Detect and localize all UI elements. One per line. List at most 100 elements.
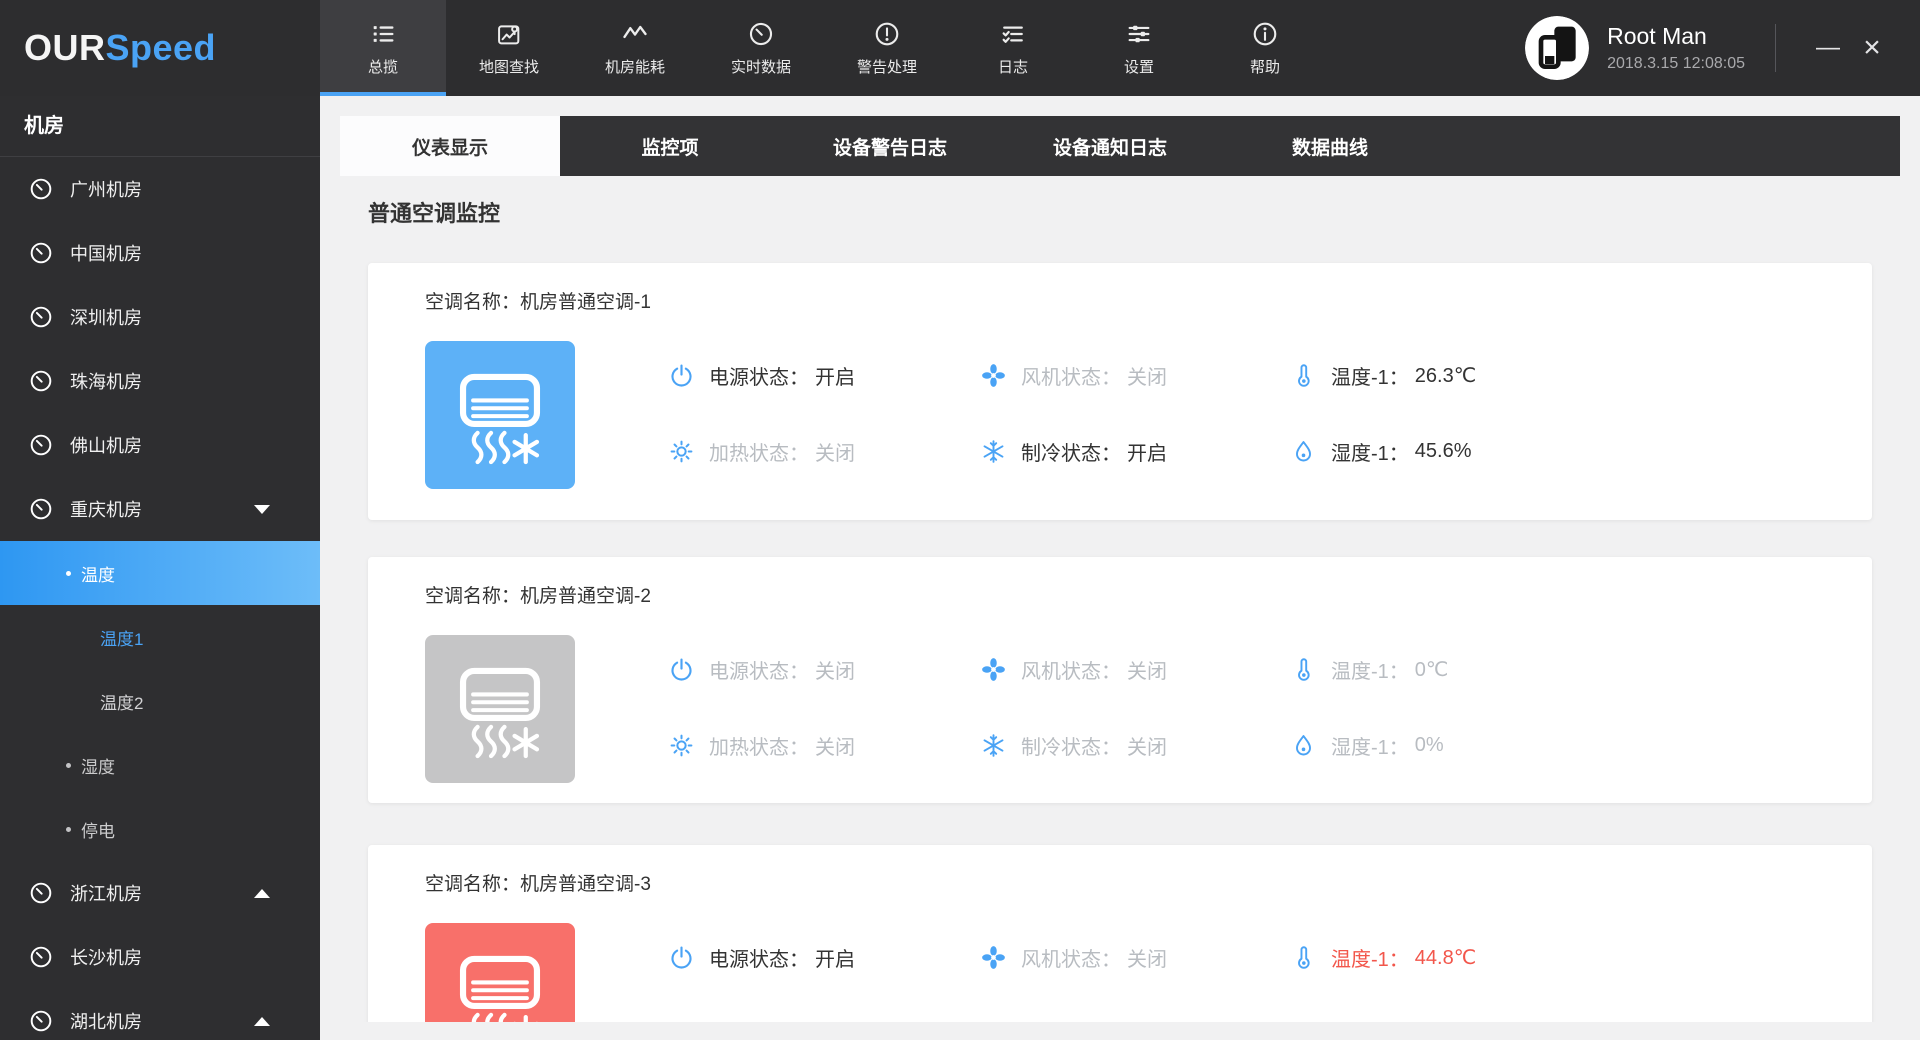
nav-item-overview[interactable]: 总揽 xyxy=(320,0,446,96)
thermometer-icon xyxy=(1290,944,1317,971)
stat-value: 关闭 xyxy=(1127,731,1167,760)
user-name: Root Man xyxy=(1607,23,1745,50)
overview-list-icon xyxy=(369,20,397,48)
nav-item-settings[interactable]: 设置 xyxy=(1076,0,1202,96)
heat-sun-icon xyxy=(668,438,695,465)
nav-item-realtime-data[interactable]: 实时数据 xyxy=(698,0,824,96)
thermometer-icon xyxy=(1290,362,1317,389)
logo-part-speed: Speed xyxy=(106,27,217,68)
top-bar: OURSpeed 总揽 地图查找 机房能耗 实时数据 警告处理 日志 xyxy=(0,0,1920,96)
tab-monitor-items[interactable]: 监控项 xyxy=(560,116,780,176)
realtime-gauge-icon xyxy=(747,20,775,48)
ac-stats-grid: 电源状态： 关闭 风机状态： 关闭 温度-1： 0℃ 加热状态： 关闭 制冷状态… xyxy=(668,631,1842,783)
nav-label: 实时数据 xyxy=(731,56,791,77)
stat-value: 开启 xyxy=(815,361,855,390)
fan-icon xyxy=(980,362,1007,389)
stat-label: 电源状态： xyxy=(709,655,809,684)
ac-name-label: 空调名称： xyxy=(425,581,520,608)
main-content: 仪表显示 监控项 设备警告日志 设备通知日志 数据曲线 普通空调监控 空调名称：… xyxy=(320,96,1920,1040)
ac-unit-card: 空调名称： 机房普通空调-1 电源状态： 开启 风机状态： 关闭 温度-1： 2… xyxy=(368,263,1872,520)
stat-label: 温度-1： xyxy=(1331,655,1409,684)
sidebar-item-power-outage[interactable]: 停电 xyxy=(0,797,320,861)
stat-value: 关闭 xyxy=(815,655,855,684)
power-status: 电源状态： 关闭 xyxy=(668,655,980,684)
fan-status: 风机状态： 关闭 xyxy=(980,361,1290,390)
stat-value: 关闭 xyxy=(815,731,855,760)
app-logo: OURSpeed xyxy=(0,0,320,96)
sidebar-item-zhuhai-room[interactable]: 珠海机房 xyxy=(0,349,320,413)
fan-status: 风机状态： 关闭 xyxy=(980,943,1290,972)
avatar-icon xyxy=(1525,16,1589,80)
nav-item-logs[interactable]: 日志 xyxy=(950,0,1076,96)
ac-stats-grid: 电源状态： 开启 风机状态： 关闭 温度-1： 26.3℃ 加热状态： 关闭 制… xyxy=(668,337,1842,489)
tab-device-notice-log[interactable]: 设备通知日志 xyxy=(1000,116,1220,176)
tab-data-curve[interactable]: 数据曲线 xyxy=(1220,116,1440,176)
power-icon xyxy=(668,944,695,971)
sidebar-item-label: 湿度 xyxy=(81,753,115,778)
collapse-arrow-icon xyxy=(254,505,270,514)
nav-label: 地图查找 xyxy=(479,56,539,77)
tab-device-alarm-log[interactable]: 设备警告日志 xyxy=(780,116,1000,176)
nav-item-help[interactable]: 帮助 xyxy=(1202,0,1328,96)
stat-value: 0% xyxy=(1415,734,1444,757)
sidebar-item-temperature-2[interactable]: 温度2 xyxy=(0,669,320,733)
sidebar: 机房 广州机房 中国机房 深圳机房 珠海机房 佛山机房 重庆机房 温度 温度1 … xyxy=(0,96,320,1040)
sidebar-item-label: 浙江机房 xyxy=(70,880,142,906)
gauge-icon xyxy=(28,368,54,394)
stat-value: 关闭 xyxy=(1127,361,1167,390)
sidebar-item-temperature-1[interactable]: 温度1 xyxy=(0,605,320,669)
sidebar-item-label: 温度1 xyxy=(100,625,143,650)
current-datetime: 2018.3.15 12:08:05 xyxy=(1607,55,1745,73)
sidebar-item-humidity[interactable]: 湿度 xyxy=(0,733,320,797)
nav-item-alert-handling[interactable]: 警告处理 xyxy=(824,0,950,96)
ac-name-label: 空调名称： xyxy=(425,869,520,896)
gauge-icon xyxy=(28,432,54,458)
stat-label: 加热状态： xyxy=(709,437,809,466)
sidebar-item-hubei-room[interactable]: 湖北机房 xyxy=(0,989,320,1040)
page-title: 普通空调监控 xyxy=(368,196,500,228)
sidebar-item-foshan-room[interactable]: 佛山机房 xyxy=(0,413,320,477)
air-conditioner-icon xyxy=(444,359,556,471)
map-search-icon xyxy=(495,20,523,48)
sidebar-item-label: 湖北机房 xyxy=(70,1008,142,1034)
stat-value: 关闭 xyxy=(815,437,855,466)
stat-label: 制冷状态： xyxy=(1021,731,1121,760)
sidebar-item-label: 重庆机房 xyxy=(70,496,142,522)
sidebar-item-label: 温度2 xyxy=(100,689,143,714)
nav-item-map-search[interactable]: 地图查找 xyxy=(446,0,572,96)
tab-gauge-display[interactable]: 仪表显示 xyxy=(340,116,560,176)
cooling-status: 制冷状态： 关闭 xyxy=(980,731,1290,760)
stat-value: 关闭 xyxy=(1127,655,1167,684)
content-bottom-strip xyxy=(320,1022,1920,1040)
stat-label: 湿度-1： xyxy=(1331,437,1409,466)
settings-sliders-icon xyxy=(1125,20,1153,48)
thermometer-icon xyxy=(1290,656,1317,683)
nav-label: 帮助 xyxy=(1250,56,1280,77)
sidebar-item-changsha-room[interactable]: 长沙机房 xyxy=(0,925,320,989)
gauge-icon xyxy=(28,304,54,330)
sidebar-item-china-room[interactable]: 中国机房 xyxy=(0,221,320,285)
ac-status-tile xyxy=(425,635,575,783)
sidebar-item-guangzhou-room[interactable]: 广州机房 xyxy=(0,157,320,221)
sidebar-item-zhejiang-room[interactable]: 浙江机房 xyxy=(0,861,320,925)
close-button[interactable]: × xyxy=(1850,31,1894,65)
sidebar-item-shenzhen-room[interactable]: 深圳机房 xyxy=(0,285,320,349)
minimize-button[interactable]: — xyxy=(1806,34,1850,62)
stat-value: 45.6% xyxy=(1415,440,1472,463)
bullet-icon xyxy=(66,571,71,576)
sidebar-item-label: 停电 xyxy=(81,817,115,842)
sidebar-title: 机房 xyxy=(0,96,320,157)
nav-label: 机房能耗 xyxy=(605,56,665,77)
sidebar-item-label: 长沙机房 xyxy=(70,944,142,970)
user-area: Root Man 2018.3.15 12:08:05 — × xyxy=(1525,0,1920,96)
nav-item-energy[interactable]: 机房能耗 xyxy=(572,0,698,96)
ac-unit-card: 空调名称： 机房普通空调-2 电源状态： 关闭 风机状态： 关闭 温度-1： 0… xyxy=(368,557,1872,803)
user-avatar[interactable] xyxy=(1525,16,1589,80)
log-list-icon xyxy=(999,20,1027,48)
sidebar-item-temperature[interactable]: 温度 xyxy=(0,541,320,605)
stat-label: 电源状态： xyxy=(709,943,809,972)
tabbar-filler xyxy=(1440,116,1900,176)
sidebar-item-chongqing-room[interactable]: 重庆机房 xyxy=(0,477,320,541)
alert-circle-icon xyxy=(873,20,901,48)
content-tabbar: 仪表显示 监控项 设备警告日志 设备通知日志 数据曲线 xyxy=(340,116,1900,176)
